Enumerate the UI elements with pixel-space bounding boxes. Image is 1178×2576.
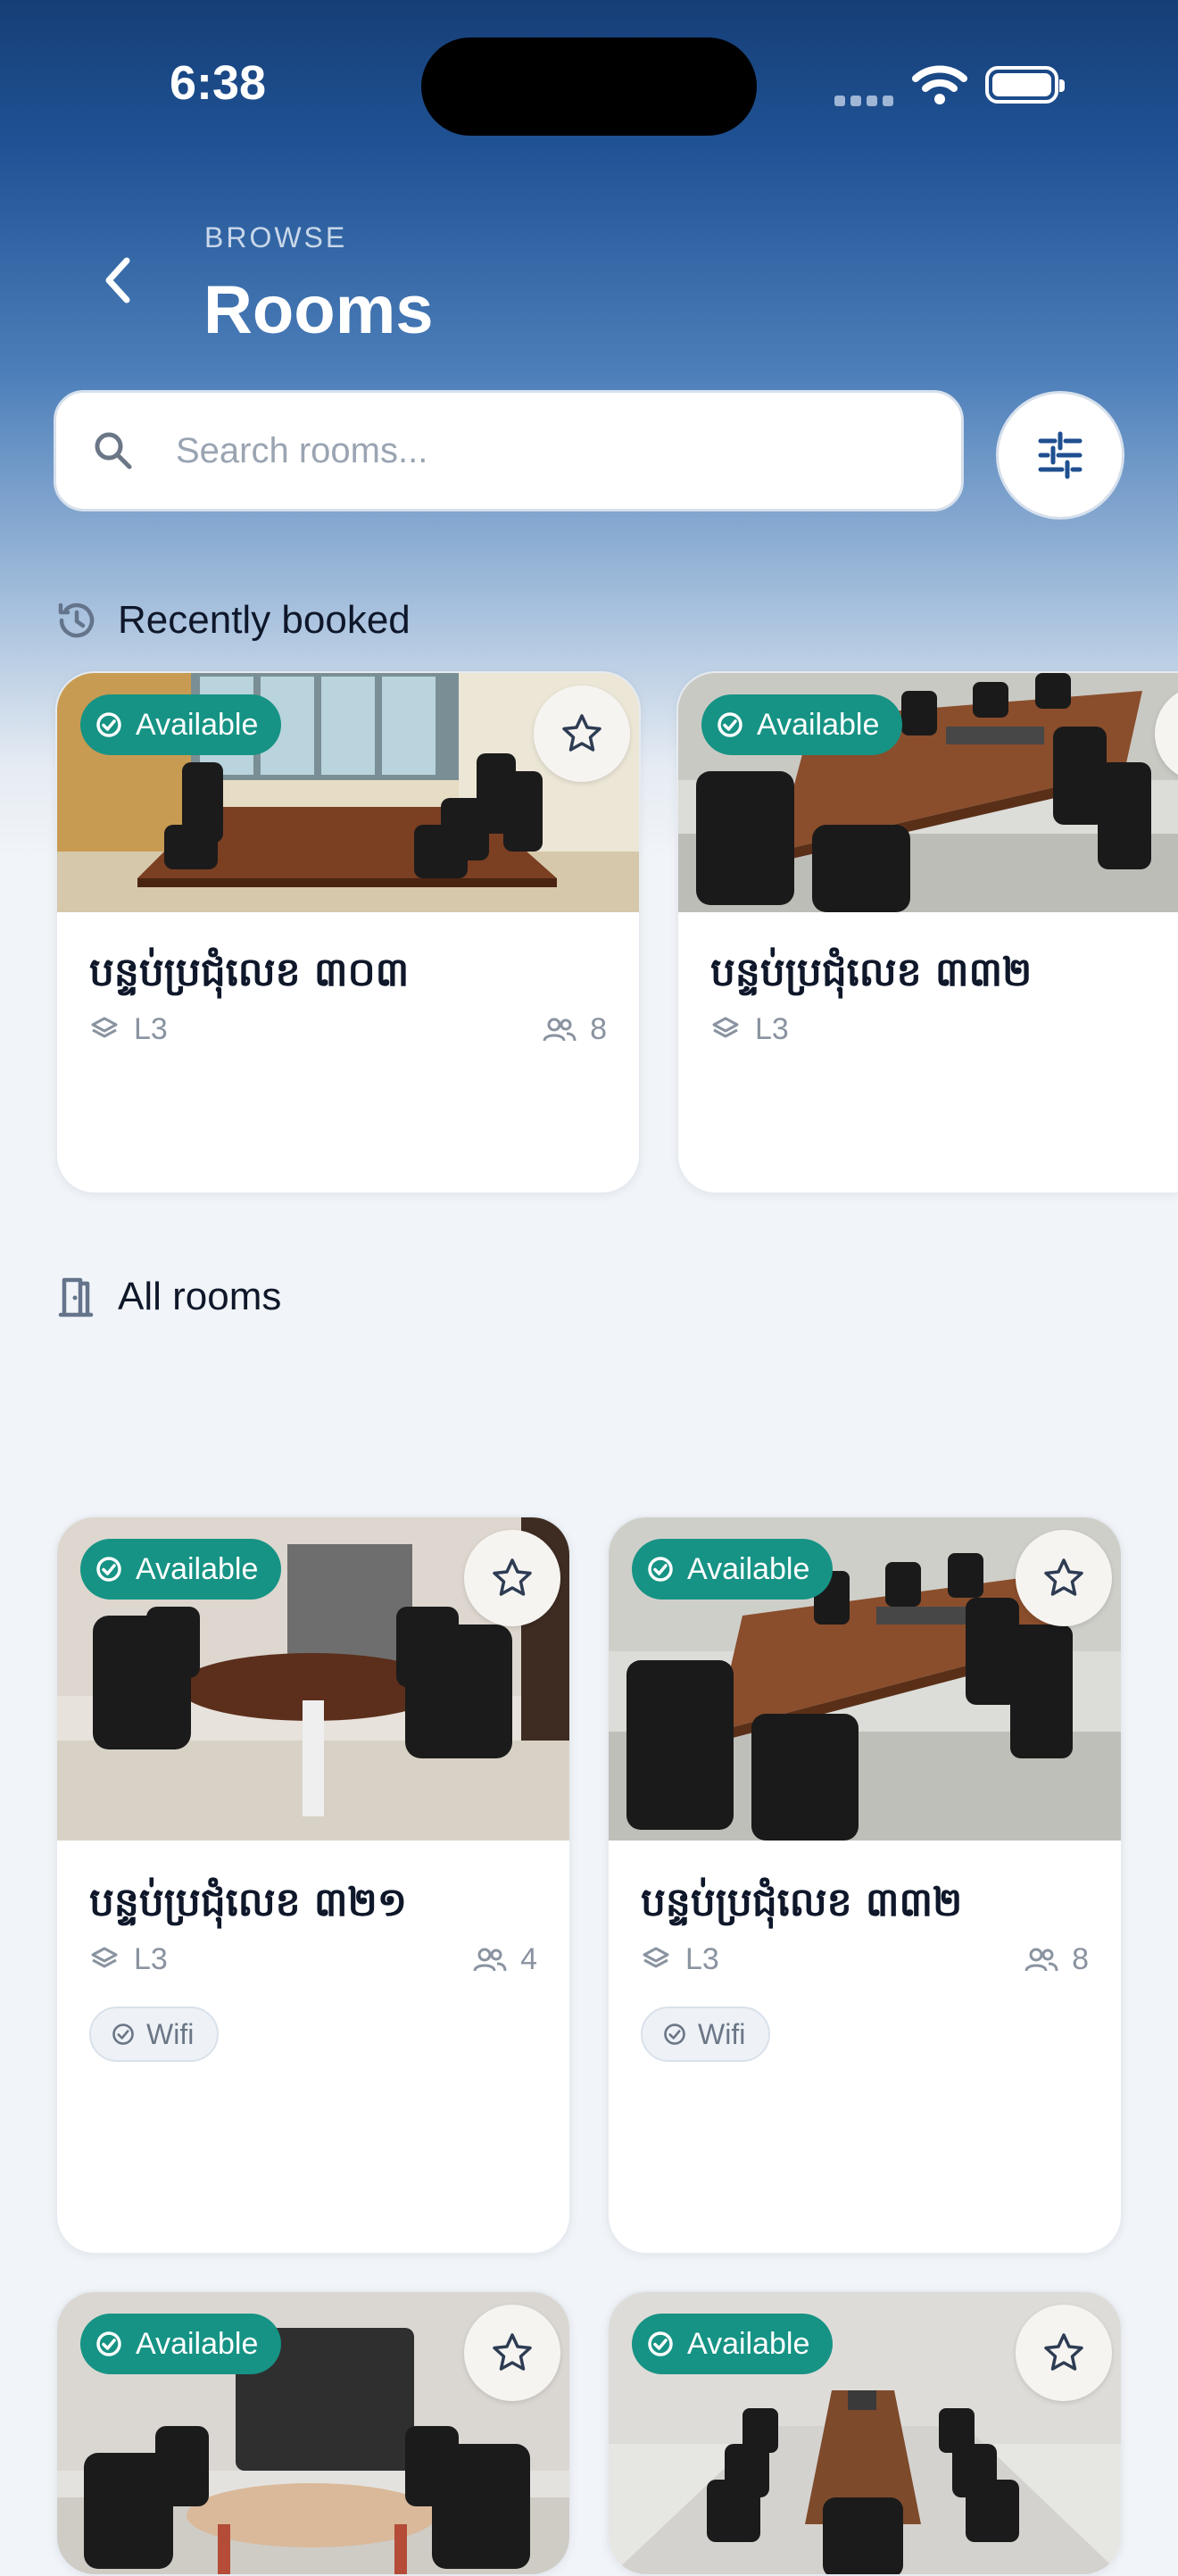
star-icon [1044, 2333, 1083, 2371]
battery-icon [985, 66, 1065, 104]
status-badge: Available [80, 694, 282, 755]
wifi-icon [912, 65, 967, 104]
floor-info: L3 [710, 1012, 789, 1047]
amenity-label: Wifi [146, 2017, 195, 2050]
star-icon [562, 714, 601, 752]
status-badge: Available [632, 1539, 834, 1600]
all-rooms-header: All rooms [54, 1275, 281, 1319]
capacity-info: 8 [542, 1012, 607, 1047]
history-icon [58, 602, 95, 638]
favorite-button[interactable] [464, 1530, 560, 1626]
favorite-button[interactable] [1016, 2305, 1112, 2401]
check-circle-icon [96, 2331, 121, 2356]
check-circle-icon [96, 712, 121, 737]
favorite-button[interactable] [534, 686, 630, 782]
room-card[interactable]: Available បន្ទប់ប្រជុំលេខ ៣២១ L3 4 Wifi [55, 1516, 571, 2255]
recent-room-card[interactable]: Available បន្ទប់ប្រជុំលេខ ៣៣២ L3 [676, 671, 1178, 1194]
room-name: បន្ទប់ប្រជុំលេខ ៣២១ [89, 1880, 408, 1925]
back-button[interactable] [86, 248, 150, 312]
status-badge: Available [80, 1539, 282, 1600]
floor-label: L3 [134, 1942, 168, 1976]
floor-label: L3 [685, 1942, 719, 1976]
room-meta: L3 8 [89, 1012, 607, 1047]
check-circle-icon [112, 2023, 134, 2045]
status-label: Available [687, 2326, 810, 2361]
status-label: Available [136, 707, 259, 742]
section-title-recent: Recently booked [118, 598, 411, 642]
capacity-label: 8 [590, 1012, 607, 1046]
page-title: Rooms [203, 272, 434, 348]
status-time: 6:38 [170, 56, 267, 110]
filter-button[interactable] [996, 391, 1124, 519]
favorite-button[interactable] [464, 2305, 560, 2401]
layers-icon [91, 1947, 118, 1967]
floor-info: L3 [89, 1012, 168, 1047]
star-icon [493, 1558, 532, 1596]
status-badge: Available [632, 2314, 834, 2374]
search-icon [95, 432, 132, 469]
room-meta: L3 8 [641, 1942, 1089, 1977]
layers-icon [643, 1947, 669, 1967]
status-label: Available [687, 1551, 810, 1586]
check-circle-icon [96, 1557, 121, 1582]
section-title-all: All rooms [118, 1275, 282, 1318]
room-card[interactable]: Available [55, 2290, 571, 2576]
star-icon [1044, 1558, 1083, 1596]
status-badge: Available [701, 694, 903, 755]
search-input[interactable] [174, 429, 909, 472]
room-name: បន្ទប់ប្រជុំលេខ ៣៣២ [641, 1880, 963, 1925]
dynamic-island [421, 37, 757, 136]
room-name: បន្ទប់ប្រជុំលេខ ៣៣២ [710, 950, 1033, 995]
check-circle-icon [718, 712, 742, 737]
status-label: Available [757, 707, 880, 742]
star-icon [493, 2333, 532, 2371]
favorite-button[interactable] [1016, 1530, 1112, 1626]
floor-label: L3 [755, 1012, 789, 1046]
capacity-info: 4 [472, 1942, 537, 1977]
status-label: Available [136, 2326, 259, 2361]
capacity-info: 8 [1024, 1942, 1089, 1977]
room-card[interactable]: Available បន្ទប់ប្រជុំលេខ ៣៣២ L3 8 Wifi [607, 1516, 1123, 2255]
status-label: Available [136, 1551, 259, 1586]
page-eyebrow: BROWSE [204, 221, 348, 253]
search-bar[interactable] [54, 390, 964, 511]
floor-info: L3 [89, 1942, 168, 1977]
users-icon [473, 1948, 507, 1971]
users-icon [543, 1018, 577, 1041]
room-meta: L3 [710, 1012, 1178, 1047]
check-circle-icon [664, 2023, 685, 2045]
chevron-left-icon [105, 257, 130, 303]
room-name: បន្ទប់ប្រជុំលេខ ៣០៣ [89, 950, 410, 995]
status-badge: Available [80, 2314, 282, 2374]
layers-icon [91, 1017, 118, 1037]
status-bar: 6:38 [0, 0, 1178, 170]
capacity-label: 8 [1072, 1942, 1089, 1976]
room-card[interactable]: Available [607, 2290, 1123, 2576]
layers-icon [712, 1017, 739, 1037]
check-circle-icon [648, 2331, 673, 2356]
amenity-label: Wifi [698, 2017, 746, 2050]
cellular-signal-icon [834, 93, 899, 110]
recent-room-card[interactable]: Available បន្ទប់ប្រជុំលេខ ៣០៣ L3 8 [55, 671, 641, 1194]
recently-booked-header: Recently booked [54, 598, 411, 643]
floor-info: L3 [641, 1942, 719, 1977]
sliders-icon [1038, 431, 1083, 479]
door-icon [58, 1277, 94, 1317]
amenity-chip: Wifi [641, 2007, 771, 2062]
floor-label: L3 [134, 1012, 168, 1046]
amenity-chip: Wifi [89, 2007, 220, 2062]
capacity-label: 4 [520, 1942, 537, 1976]
check-circle-icon [648, 1557, 673, 1582]
users-icon [1025, 1948, 1058, 1971]
room-meta: L3 4 [89, 1942, 537, 1977]
